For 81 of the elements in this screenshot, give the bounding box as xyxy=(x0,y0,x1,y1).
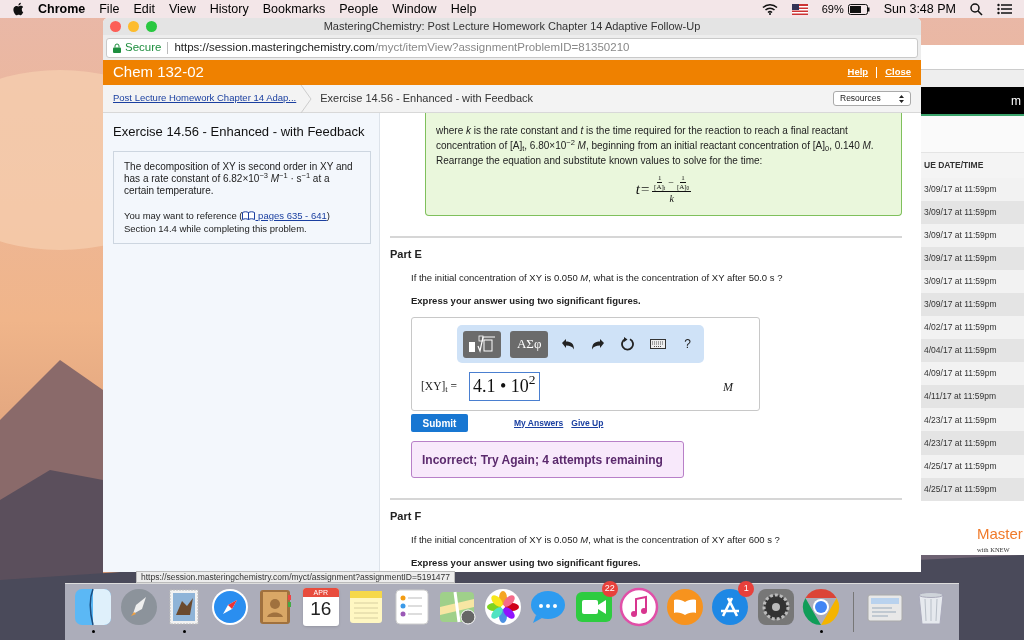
open-book-icon xyxy=(242,210,256,220)
split-square-icon[interactable] xyxy=(73,587,114,627)
url-host: https://session.masteringchemistry.com xyxy=(174,39,375,55)
due-date: 3/09/17 at 11:59pm xyxy=(924,228,997,242)
brand-name: Master xyxy=(977,523,1024,544)
secure-label: Secure xyxy=(125,39,162,55)
unit-text: M xyxy=(723,378,733,396)
help-button[interactable]: ? xyxy=(677,333,698,355)
curved-right-arrow-icon xyxy=(591,338,604,350)
breadcrumb-current: Exercise 14.56 - Enhanced - with Feedback xyxy=(320,91,534,107)
due-date: 4/02/17 at 11:59pm xyxy=(924,321,997,334)
due-date: 4/09/17 at 11:59pm xyxy=(924,367,997,381)
window-title: MasteringChemistry: Post Lecture Homework Chapter 14 Adaptive Follow-Up xyxy=(323,19,701,35)
keyboard-icon xyxy=(649,339,666,349)
question-text: If the initial concentration of XY is 0.050 M, what is the concentration of XY after 600 s ? xyxy=(411,532,781,547)
flag-icon[interactable] xyxy=(791,3,808,15)
reference-link[interactable]: pages 635 - 641 xyxy=(255,209,327,221)
feedback-message: Incorrect; Try Again; 4 attempts remaining xyxy=(411,441,684,478)
symbols-button[interactable]: ΑΣφ xyxy=(510,330,549,358)
battery-icon[interactable] xyxy=(847,3,870,15)
due-date: 4/25/17 at 11:59pm xyxy=(924,482,997,496)
column-header: UE DATE/TIME xyxy=(924,158,984,172)
apple-logo-icon[interactable] xyxy=(12,2,24,16)
due-date: 4/11/17 at 11:59pm xyxy=(924,390,996,404)
resources-dropdown[interactable]: Resources xyxy=(833,91,911,106)
search-icon[interactable] xyxy=(970,2,983,16)
answer-link[interactable]: My Answers xyxy=(514,416,564,430)
part-title: Part F xyxy=(390,509,423,524)
course-title: Chem 132-02 xyxy=(113,62,204,83)
menu-item[interactable]: Help xyxy=(450,0,477,19)
list-icon[interactable] xyxy=(997,3,1012,15)
due-date: 3/09/17 at 11:59pm xyxy=(924,275,997,288)
curved-left-arrow-icon xyxy=(561,338,574,350)
menu-item[interactable]: File xyxy=(99,0,120,19)
battery-percentage: 69% xyxy=(821,1,844,17)
due-date: 4/25/17 at 11:59pm xyxy=(924,459,997,473)
compass-icon[interactable] xyxy=(209,587,250,627)
menu-item[interactable]: Window xyxy=(392,0,437,19)
site-menu-text: m xyxy=(1011,92,1021,110)
gear-icon[interactable] xyxy=(755,587,796,627)
menu-item[interactable]: Edit xyxy=(133,0,155,19)
due-date: 3/09/17 at 11:59pm xyxy=(924,182,997,196)
menu-item[interactable]: People xyxy=(339,0,379,19)
templates-button[interactable] xyxy=(463,330,502,358)
answer-link[interactable]: Give Up xyxy=(571,416,604,430)
due-date: 3/09/17 at 11:59pm xyxy=(924,252,997,265)
circular-arrow-icon xyxy=(620,337,635,351)
answer-label: [XY]$_{t}$ = xyxy=(421,378,459,396)
app-menu[interactable]: Chrome xyxy=(38,0,86,19)
menu-item[interactable]: Bookmarks xyxy=(262,0,326,19)
due-date: 4/23/17 at 11:59pm xyxy=(924,436,997,450)
wifi-icon[interactable] xyxy=(761,3,778,15)
menu-item[interactable]: History xyxy=(209,0,249,19)
clock[interactable]: Sun 3:48 PM xyxy=(883,0,956,19)
notification-badge: 1 xyxy=(738,581,755,597)
submit-button[interactable]: Submit xyxy=(411,414,468,432)
due-date: 3/09/17 at 11:59pm xyxy=(924,205,997,219)
rocket-icon[interactable] xyxy=(118,587,159,627)
instruction-text: Express your answer using two significant figures. xyxy=(411,555,642,570)
calendar-day: 16 xyxy=(310,597,332,621)
music-note-icon[interactable] xyxy=(619,587,660,627)
radical-template-icon xyxy=(467,334,498,354)
due-date: 4/04/17 at 11:59pm xyxy=(924,344,997,358)
problem-text: The decomposition of XY is second order in XY and has a rate constant of 6.82×10$^{−3}$ M$^{−1}$ · s$^{−1}$ at a certain temperature. xyxy=(124,160,354,197)
lock-icon xyxy=(113,42,121,53)
due-date: 4/23/17 at 11:59pm xyxy=(924,413,997,427)
question-text: If the initial concentration of XY is 0.050 M, what is the concentration of XY after 50.0 s ? xyxy=(411,270,784,285)
status-url: https://session.masteringchemistry.com/myct/assignment?assignmentID=5191477 xyxy=(136,571,456,583)
breadcrumb-link[interactable]: Post Lecture Homework Chapter 14 Adap... xyxy=(113,91,297,106)
hint-text: where k is the rate constant and t is the time required for the reaction to reach a final reactant concentration of [A]$_{t}$, 6.80×10$^{−2}$ M, beginning from an initial reactant concentration of [A]$_{0}$, 0.140 M. Rearrange the equation and substitute known values to solve for the time: xyxy=(436,124,875,168)
url-path: /myct/itemView?assignmentProblemID=81350210 xyxy=(374,39,630,55)
exercise-title: Exercise 14.56 - Enhanced - with Feedback xyxy=(113,123,366,141)
due-date: 3/09/17 at 11:59pm xyxy=(924,298,997,311)
colored-circle-icon[interactable] xyxy=(801,587,842,627)
address-bar[interactable]: Secure https://session.masteringchemistry.com/myct/itemView?assignmentProblemID=81350210 xyxy=(106,37,918,58)
part-title: Part E xyxy=(390,247,423,262)
reference-text: You may want to reference ( pages 635 - 641) Section 14.4 while completing this problem. xyxy=(124,208,331,235)
instruction-text: Express your answer using two significant figures. xyxy=(411,293,642,308)
up-down-caret-icon xyxy=(899,94,904,103)
menu-item[interactable]: View xyxy=(168,0,196,19)
answer-field[interactable]: 4.1 • 10$^{2}$ xyxy=(469,372,540,401)
